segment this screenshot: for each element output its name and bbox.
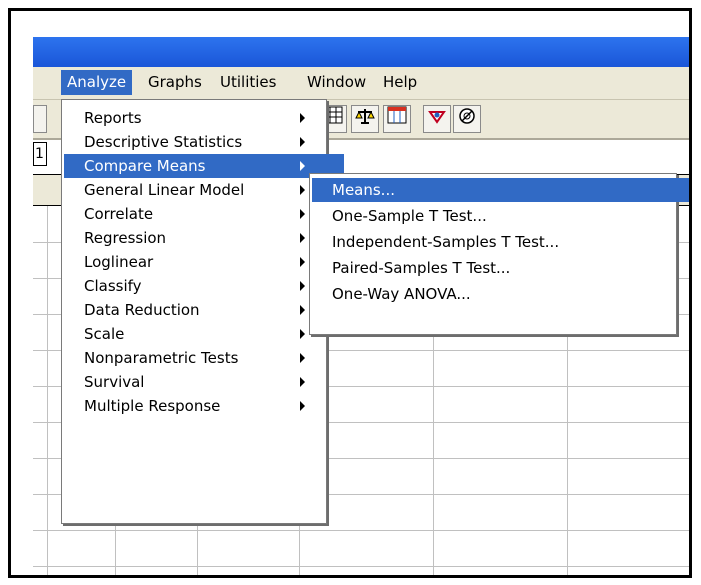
grid-line — [33, 530, 689, 531]
title-bar — [33, 37, 689, 67]
submenu-item-means[interactable]: Means... — [312, 178, 689, 202]
select-cases-icon[interactable] — [423, 105, 451, 133]
menu-analyze[interactable]: Analyze — [61, 70, 133, 95]
submenu-item-label: Means... — [332, 181, 395, 199]
submenu-item-paired-samples-t-test[interactable]: Paired-Samples T Test... — [312, 256, 689, 280]
submenu-arrow-icon — [300, 281, 305, 291]
menu-item-label: Classify — [84, 277, 142, 295]
menu-item-label: Regression — [84, 229, 167, 247]
menu-item-regression[interactable]: Regression — [64, 226, 344, 250]
compare-means-submenu: Means... One-Sample T Test... Independen… — [309, 173, 689, 335]
cell-reference-box[interactable]: 1 — [33, 142, 47, 166]
screenshot-frame: Analyze Graphs Utilities Window Help 1 R… — [8, 8, 692, 578]
menu-item-reports[interactable]: Reports — [64, 106, 344, 130]
menu-item-label: Descriptive Statistics — [84, 133, 243, 151]
menu-item-multiple-response[interactable]: Multiple Response — [64, 394, 344, 418]
menu-help[interactable]: Help — [377, 70, 423, 95]
menu-item-label: Nonparametric Tests — [84, 349, 239, 367]
menu-item-label: Reports — [84, 109, 142, 127]
submenu-arrow-icon — [300, 401, 305, 411]
menu-item-correlate[interactable]: Correlate — [64, 202, 344, 226]
submenu-arrow-icon — [300, 185, 305, 195]
menu-item-compare-means[interactable]: Compare Means — [64, 154, 344, 178]
submenu-item-label: One-Way ANOVA... — [332, 285, 471, 303]
grid-line — [33, 566, 689, 567]
menu-graphs[interactable]: Graphs — [142, 70, 208, 95]
menu-item-label: Correlate — [84, 205, 154, 223]
submenu-arrow-icon — [300, 377, 305, 387]
submenu-arrow-icon — [300, 353, 305, 363]
scale-balance-icon[interactable] — [351, 105, 379, 133]
menu-window[interactable]: Window — [301, 70, 372, 95]
app-window: Analyze Graphs Utilities Window Help 1 R… — [33, 37, 689, 575]
submenu-arrow-icon — [300, 137, 305, 147]
submenu-arrow-icon — [300, 161, 305, 171]
submenu-item-label: One-Sample T Test... — [332, 207, 487, 225]
submenu-arrow-icon — [300, 209, 305, 219]
menu-item-label: General Linear Model — [84, 181, 245, 199]
grid-line — [47, 206, 48, 575]
submenu-item-label: Independent-Samples T Test... — [332, 233, 560, 251]
menu-item-label: Scale — [84, 325, 125, 343]
menu-item-label: Compare Means — [84, 157, 206, 175]
menu-item-nonparametric-tests[interactable]: Nonparametric Tests — [64, 346, 344, 370]
menu-bar: Analyze Graphs Utilities Window Help — [33, 67, 689, 100]
analyze-menu: Reports Descriptive Statistics Compare M… — [61, 99, 344, 524]
menu-utilities[interactable]: Utilities — [214, 70, 282, 95]
submenu-item-one-sample-t-test[interactable]: One-Sample T Test... — [312, 204, 689, 228]
submenu-arrow-icon — [300, 329, 305, 339]
split-file-icon[interactable] — [383, 105, 411, 133]
toolbar-button-partial[interactable] — [33, 105, 47, 133]
menu-item-loglinear[interactable]: Loglinear — [64, 250, 344, 274]
menu-item-label: Loglinear — [84, 253, 154, 271]
menu-item-label: Data Reduction — [84, 301, 200, 319]
menu-item-label: Survival — [84, 373, 145, 391]
submenu-arrow-icon — [300, 305, 305, 315]
submenu-arrow-icon — [300, 257, 305, 267]
menu-item-classify[interactable]: Classify — [64, 274, 344, 298]
menu-item-survival[interactable]: Survival — [64, 370, 344, 394]
menu-item-descriptive-statistics[interactable]: Descriptive Statistics — [64, 130, 344, 154]
menu-item-scale[interactable]: Scale — [64, 322, 344, 346]
submenu-item-one-way-anova[interactable]: One-Way ANOVA... — [312, 282, 689, 306]
submenu-arrow-icon — [300, 233, 305, 243]
submenu-arrow-icon — [300, 113, 305, 123]
menu-item-general-linear-model[interactable]: General Linear Model — [64, 178, 344, 202]
submenu-item-label: Paired-Samples T Test... — [332, 259, 511, 277]
menu-item-data-reduction[interactable]: Data Reduction — [64, 298, 344, 322]
menu-item-label: Multiple Response — [84, 397, 221, 415]
value-labels-icon[interactable] — [453, 105, 481, 133]
submenu-item-independent-samples-t-test[interactable]: Independent-Samples T Test... — [312, 230, 689, 254]
